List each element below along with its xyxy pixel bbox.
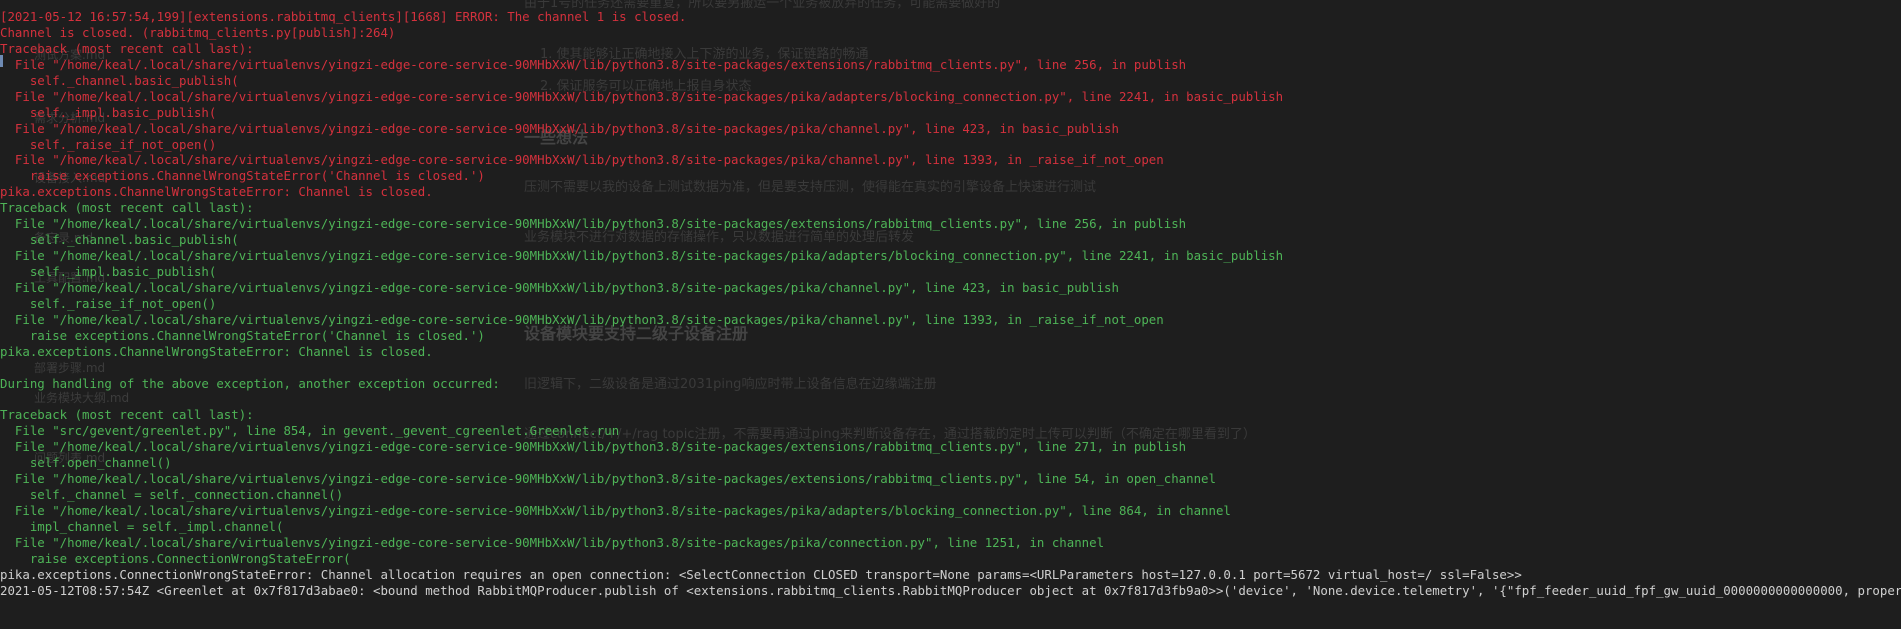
- log-line: File "/home/keal/.local/share/virtualenv…: [0, 120, 1119, 136]
- log-line: File "/home/keal/.local/share/virtualenv…: [0, 216, 1187, 232]
- log-line: File "/home/keal/.local/share/virtualenv…: [0, 534, 1105, 550]
- log-line: 2021-05-12T08:57:54Z <Greenlet at 0x7f81…: [0, 582, 1901, 598]
- log-line: Traceback (most recent call last):: [0, 407, 254, 423]
- log-line: self._raise_if_not_open(): [0, 295, 217, 311]
- log-line: [2021-05-12 16:57:54,199][extensions.rab…: [0, 9, 687, 24]
- log-line: File "/home/keal/.local/share/virtualenv…: [0, 503, 1231, 519]
- log-line: impl_channel = self._impl.channel(: [0, 519, 284, 534]
- log-line: pika.exceptions.ConnectionWrongStateErro…: [0, 566, 1522, 582]
- log-line: self._raise_if_not_open(): [0, 136, 217, 152]
- log-line: File "/home/keal/.local/share/virtualenv…: [0, 56, 1187, 72]
- log-output[interactable]: [2021-05-12 16:57:54,199][extensions.rab…: [0, 9, 1901, 599]
- log-line: File "/home/keal/.local/share/virtualenv…: [0, 248, 1284, 264]
- log-line: self._impl.basic_publish(: [0, 104, 217, 120]
- log-line: Channel is closed. (rabbitmq_clients.py[…: [0, 24, 396, 40]
- log-line: File "/home/keal/.local/share/virtualenv…: [0, 439, 1187, 455]
- log-line: File "/home/keal/.local/share/virtualenv…: [0, 279, 1119, 295]
- log-line: File "src/gevent/greenlet.py", line 854,…: [0, 423, 620, 439]
- log-line: Traceback (most recent call last):: [0, 40, 254, 56]
- terminal-window[interactable]: 由于1号的任务还需要重复，所以要另搬运一个业务被放弃的任务，可能需要做好的 1.…: [0, 0, 1901, 629]
- log-line: self._channel.basic_publish(: [0, 232, 239, 248]
- log-line: File "/home/keal/.local/share/virtualenv…: [0, 471, 1216, 487]
- log-line: raise exceptions.ChannelWrongStateError(…: [0, 168, 485, 184]
- log-line: File "/home/keal/.local/share/virtualenv…: [0, 88, 1284, 104]
- log-line: Traceback (most recent call last):: [0, 200, 254, 216]
- log-line: File "/home/keal/.local/share/virtualenv…: [0, 152, 1164, 168]
- log-line: raise exceptions.ChannelWrongStateError(…: [0, 327, 485, 343]
- log-line: self._impl.basic_publish(: [0, 264, 217, 279]
- log-line: self.open_channel(): [0, 455, 172, 471]
- log-line: During handling of the above exception, …: [0, 375, 500, 391]
- log-line: raise exceptions.ConnectionWrongStateErr…: [0, 550, 351, 566]
- log-line: pika.exceptions.ChannelWrongStateError: …: [0, 343, 433, 359]
- log-line: self._channel = self._connection.channel…: [0, 487, 344, 503]
- log-line: self._channel.basic_publish(: [0, 72, 239, 88]
- log-line: pika.exceptions.ChannelWrongStateError: …: [0, 184, 433, 200]
- log-line: File "/home/keal/.local/share/virtualenv…: [0, 311, 1164, 327]
